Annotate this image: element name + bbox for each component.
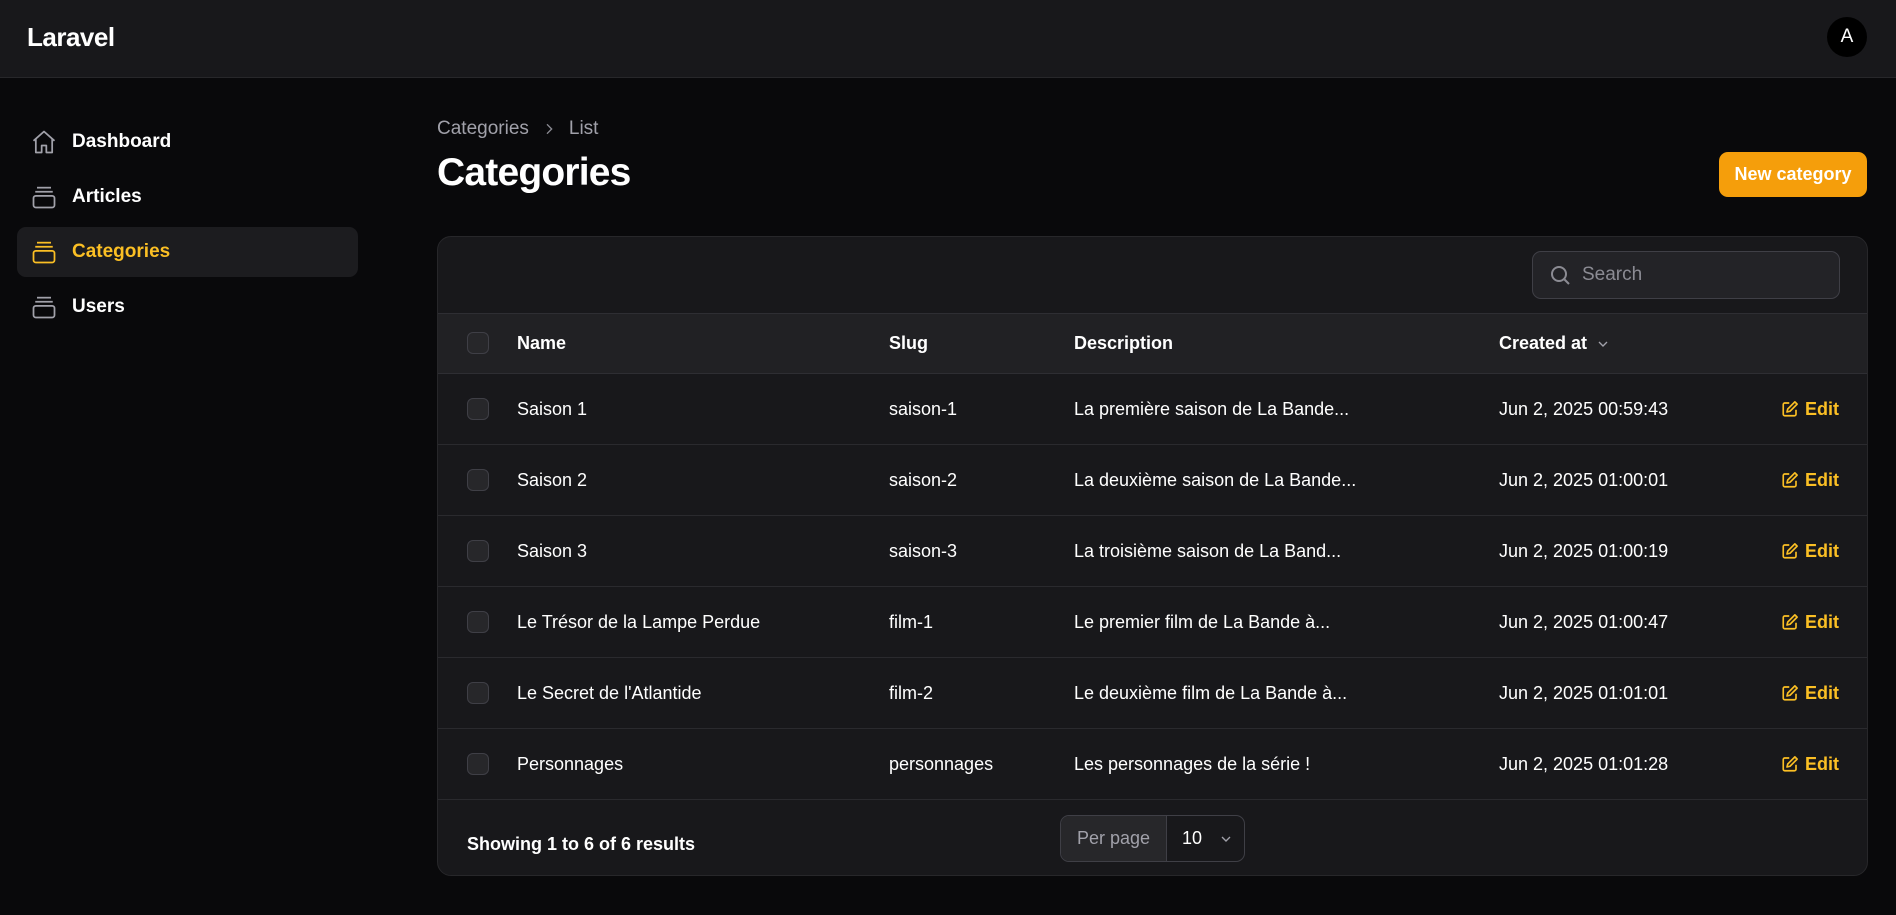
home-icon: [29, 127, 59, 157]
column-slug[interactable]: Slug: [889, 314, 928, 373]
cell-name: Le Secret de l'Atlantide: [517, 682, 702, 703]
edit-label: Edit: [1805, 753, 1839, 774]
page-title: Categories: [437, 151, 631, 194]
table-row[interactable]: Personnages personnages Les personnages …: [438, 729, 1867, 800]
row-checkbox[interactable]: [467, 398, 489, 420]
row-checkbox[interactable]: [467, 611, 489, 633]
cell-slug: saison-2: [889, 469, 958, 490]
pagination-summary: Showing 1 to 6 of 6 results: [467, 833, 696, 854]
stack-icon: [29, 237, 59, 267]
cell-description: La troisième saison de La Band...: [1074, 540, 1342, 561]
select-all-checkbox[interactable]: [467, 332, 489, 354]
row-checkbox[interactable]: [467, 540, 489, 562]
stack-icon: [29, 182, 59, 212]
cell-created-at: Jun 2, 2025 01:01:28: [1499, 753, 1669, 774]
brand-logo[interactable]: Laravel: [27, 22, 115, 53]
cell-description: La deuxième saison de La Bande...: [1074, 469, 1357, 490]
edit-icon: [1782, 614, 1798, 630]
row-checkbox[interactable]: [467, 753, 489, 775]
cell-created-at: Jun 2, 2025 01:00:19: [1499, 540, 1669, 561]
edit-label: Edit: [1805, 682, 1839, 703]
table-row[interactable]: Saison 1 saison-1 La première saison de …: [438, 374, 1867, 445]
chevron-down-icon: [1595, 336, 1611, 352]
cell-slug: personnages: [889, 753, 994, 774]
edit-label: Edit: [1805, 469, 1839, 490]
sidebar-item-users[interactable]: Users: [17, 282, 358, 332]
cell-slug: saison-1: [889, 398, 958, 419]
row-checkbox[interactable]: [467, 682, 489, 704]
chevron-right-icon: [541, 121, 557, 137]
per-page-dropdown[interactable]: 10: [1167, 816, 1244, 861]
edit-label: Edit: [1805, 611, 1839, 632]
sidebar-item-label: Articles: [72, 186, 142, 207]
edit-label: Edit: [1805, 540, 1839, 561]
edit-button[interactable]: Edit: [1781, 374, 1839, 444]
per-page-select[interactable]: Per page 10: [1060, 815, 1245, 862]
table-header: Name Slug Description Created at: [438, 313, 1867, 374]
edit-icon: [1782, 401, 1798, 417]
top-bar: Laravel A: [0, 0, 1896, 78]
chevron-down-icon: [1221, 836, 1231, 842]
edit-icon: [1782, 756, 1798, 772]
cell-description: Le premier film de La Bande à...: [1074, 611, 1331, 632]
edit-button[interactable]: Edit: [1781, 516, 1839, 586]
user-avatar[interactable]: A: [1827, 17, 1867, 57]
table-row[interactable]: Saison 2 saison-2 La deuxième saison de …: [438, 445, 1867, 516]
edit-button[interactable]: Edit: [1781, 587, 1839, 657]
sidebar-item-label: Users: [72, 296, 125, 317]
edit-label: Edit: [1805, 398, 1839, 419]
cell-created-at: Jun 2, 2025 01:00:47: [1499, 611, 1669, 632]
row-checkbox[interactable]: [467, 469, 489, 491]
cell-created-at: Jun 2, 2025 01:00:01: [1499, 469, 1669, 490]
search-box[interactable]: [1532, 251, 1840, 299]
sidebar-item-label: Dashboard: [72, 131, 172, 152]
edit-button[interactable]: Edit: [1781, 729, 1839, 799]
per-page-value: 10: [1182, 828, 1203, 848]
cell-created-at: Jun 2, 2025 01:01:01: [1499, 682, 1669, 703]
stack-icon: [29, 292, 59, 322]
column-description[interactable]: Description: [1074, 314, 1173, 373]
search-icon: [1548, 263, 1582, 287]
cell-description: Le deuxième film de La Bande à...: [1074, 682, 1348, 703]
cell-name: Saison 3: [517, 540, 588, 561]
sidebar-item-categories[interactable]: Categories: [17, 227, 358, 277]
column-created-at[interactable]: Created at: [1499, 314, 1611, 373]
breadcrumb-current: List: [568, 118, 599, 139]
edit-icon: [1782, 685, 1798, 701]
edit-icon: [1782, 543, 1798, 559]
sidebar-item-dashboard[interactable]: Dashboard: [17, 117, 358, 167]
cell-slug: film-1: [889, 611, 933, 632]
new-category-button[interactable]: New category: [1719, 152, 1867, 197]
cell-name: Saison 1: [517, 398, 588, 419]
sidebar-item-label: Categories: [72, 241, 171, 262]
breadcrumb-root[interactable]: Categories: [437, 118, 529, 140]
cell-name: Le Trésor de la Lampe Perdue: [517, 611, 761, 632]
cell-name: Saison 2: [517, 469, 588, 490]
edit-button[interactable]: Edit: [1781, 658, 1839, 728]
table-row[interactable]: Le Secret de l'Atlantide film-2 Le deuxi…: [438, 658, 1867, 729]
per-page-label: Per page: [1061, 816, 1167, 861]
cell-slug: saison-3: [889, 540, 958, 561]
table-card: Name Slug Description Created at Saison …: [437, 236, 1868, 876]
cell-description: La première saison de La Bande...: [1074, 398, 1350, 419]
edit-button[interactable]: Edit: [1781, 445, 1839, 515]
sidebar-item-articles[interactable]: Articles: [17, 172, 358, 222]
breadcrumb: Categories List: [437, 118, 598, 140]
cell-name: Personnages: [517, 753, 624, 774]
cell-created-at: Jun 2, 2025 00:59:43: [1499, 398, 1669, 419]
edit-icon: [1782, 472, 1798, 488]
search-input[interactable]: [1582, 264, 1822, 286]
table-row[interactable]: Saison 3 saison-3 La troisième saison de…: [438, 516, 1867, 587]
column-label: Created at: [1499, 333, 1588, 353]
sidebar: Dashboard Articles Categories Users: [17, 117, 358, 337]
column-name[interactable]: Name: [517, 314, 566, 373]
cell-slug: film-2: [889, 682, 933, 703]
cell-description: Les personnages de la série !: [1074, 753, 1311, 774]
table-row[interactable]: Le Trésor de la Lampe Perdue film-1 Le p…: [438, 587, 1867, 658]
